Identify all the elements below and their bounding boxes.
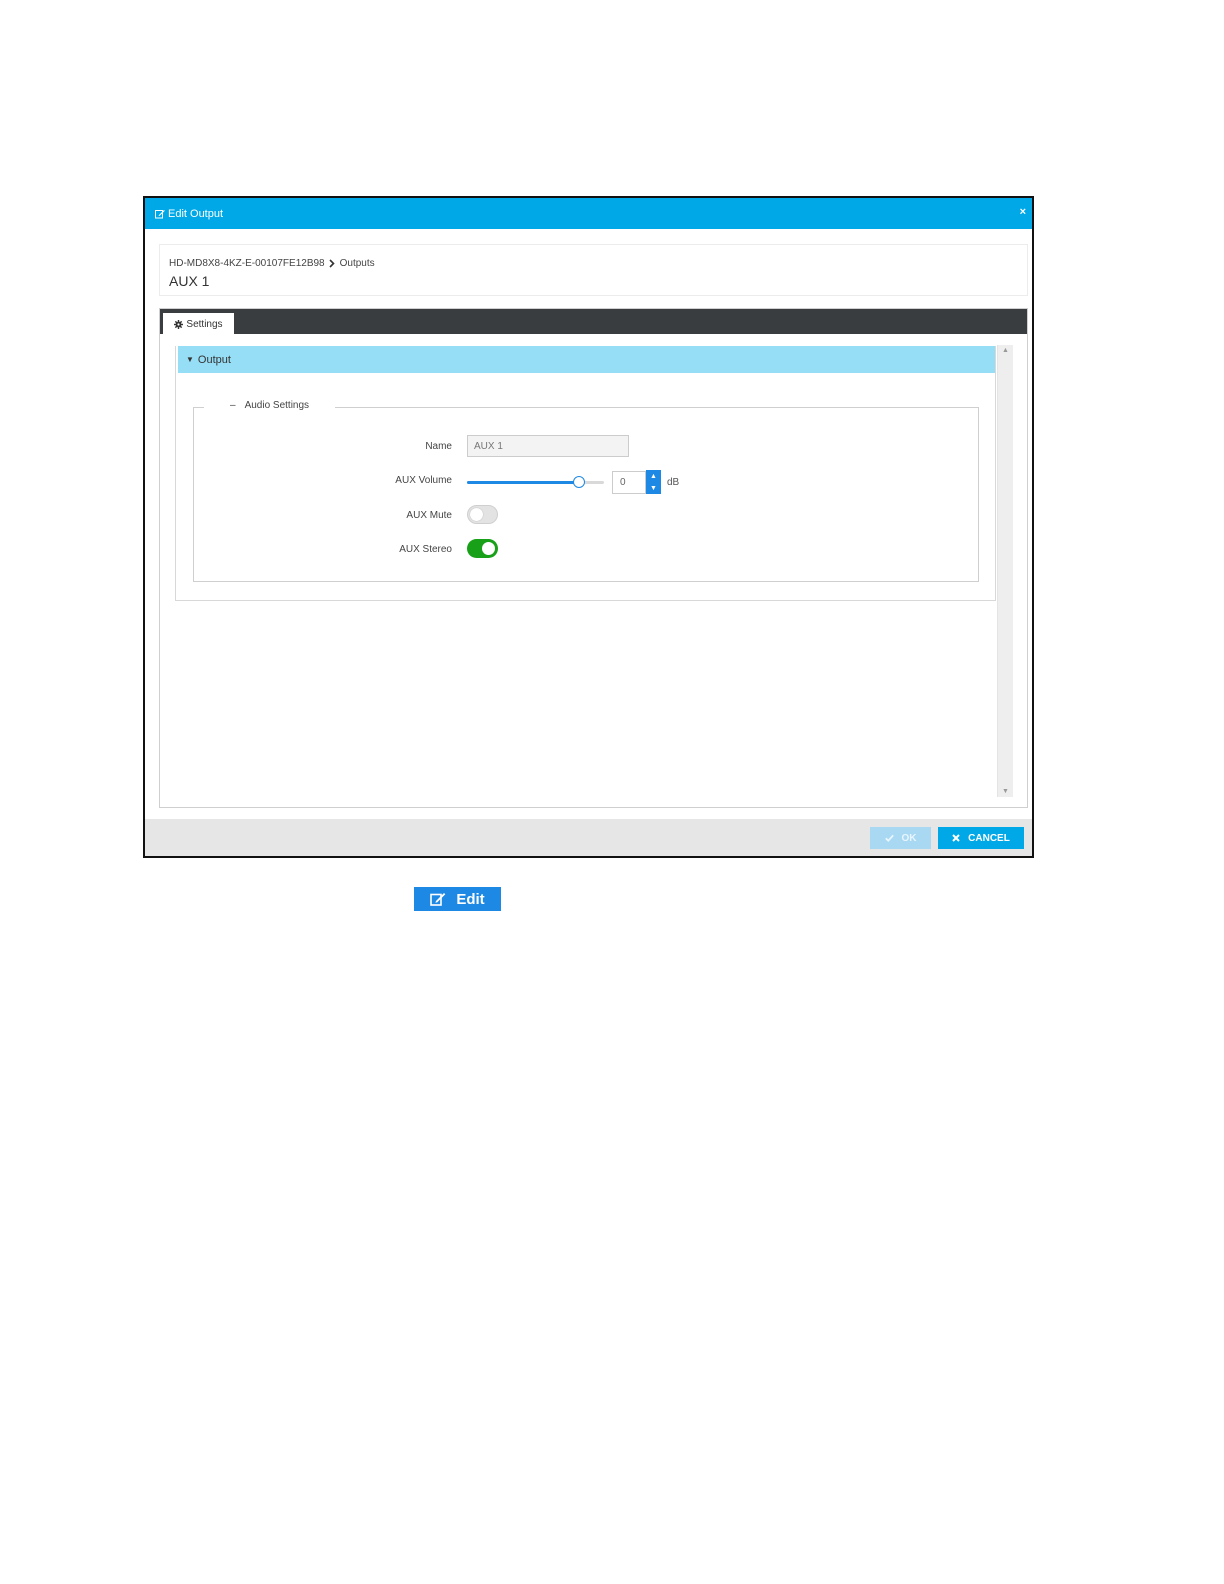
legend-label: Audio Settings (244, 400, 310, 411)
slider-thumb[interactable] (573, 476, 586, 488)
aux-stereo-label: AUX Stereo (399, 544, 452, 555)
scrollbar[interactable]: ▲ ▼ (997, 345, 1013, 797)
aux-stereo-toggle[interactable] (467, 539, 498, 558)
output-section-header[interactable]: ▼ Output (178, 346, 995, 373)
aux-mute-toggle[interactable] (467, 505, 498, 524)
aux-volume-label: AUX Volume (395, 475, 452, 486)
page-title: AUX 1 (169, 273, 210, 289)
edit-icon (430, 892, 446, 906)
slider-fill (467, 481, 580, 484)
chevron-right-icon (329, 259, 335, 268)
volume-spinner: ▲ ▼ (646, 470, 661, 494)
scroll-up-icon[interactable]: ▲ (998, 347, 1013, 354)
collapse-icon: – (230, 400, 236, 411)
scroll-down-icon[interactable]: ▼ (998, 788, 1013, 795)
edit-icon (155, 209, 165, 219)
spinner-up-icon[interactable]: ▲ (646, 470, 661, 482)
aux-volume-slider[interactable] (467, 476, 604, 488)
aux-volume-input[interactable] (612, 471, 646, 494)
toggle-knob (470, 508, 483, 521)
header-card: HD-MD8X8-4KZ-E-00107FE12B98 Outputs AUX … (159, 244, 1028, 296)
dialog-titlebar: Edit Output × (145, 198, 1032, 229)
check-icon (884, 834, 894, 842)
caret-down-icon: ▼ (186, 355, 194, 364)
tab-settings-label: Settings (186, 318, 223, 330)
close-icon (952, 834, 960, 842)
gear-icon (174, 319, 184, 329)
toggle-knob (482, 542, 495, 555)
volume-unit: dB (667, 477, 680, 488)
breadcrumb: HD-MD8X8-4KZ-E-00107FE12B98 Outputs (169, 258, 375, 269)
ok-button[interactable]: OK (870, 827, 931, 849)
cancel-button[interactable]: CANCEL (938, 827, 1024, 849)
section-title: Output (197, 353, 231, 366)
edit-button[interactable]: Edit (414, 887, 501, 911)
breadcrumb-section[interactable]: Outputs (340, 258, 375, 269)
audio-settings-legend[interactable]: – Audio Settings (204, 400, 336, 411)
dialog-footer: OK CANCEL (145, 819, 1032, 856)
audio-settings-fieldset: – Audio Settings Name AUX Volume ▲ ▼ dB (193, 400, 979, 582)
ok-label: OK (901, 832, 917, 844)
tab-bar: Settings (160, 309, 1027, 335)
tabs-panel: Settings ▼ Output – Audio Settings Name … (159, 308, 1028, 808)
dialog-title: Edit Output (168, 207, 224, 220)
name-input[interactable] (467, 435, 629, 457)
edit-label: Edit (456, 890, 485, 908)
aux-mute-label: AUX Mute (406, 510, 452, 521)
edit-output-dialog: Edit Output × HD-MD8X8-4KZ-E-00107FE12B9… (143, 196, 1034, 858)
cancel-label: CANCEL (968, 832, 1010, 844)
breadcrumb-device[interactable]: HD-MD8X8-4KZ-E-00107FE12B98 (169, 258, 325, 269)
name-label: Name (425, 441, 452, 452)
close-icon[interactable]: × (1020, 206, 1026, 218)
tab-settings[interactable]: Settings (163, 313, 234, 335)
settings-scroll-area: ▼ Output – Audio Settings Name AUX Volum… (160, 334, 1027, 807)
spinner-down-icon[interactable]: ▼ (646, 482, 661, 494)
